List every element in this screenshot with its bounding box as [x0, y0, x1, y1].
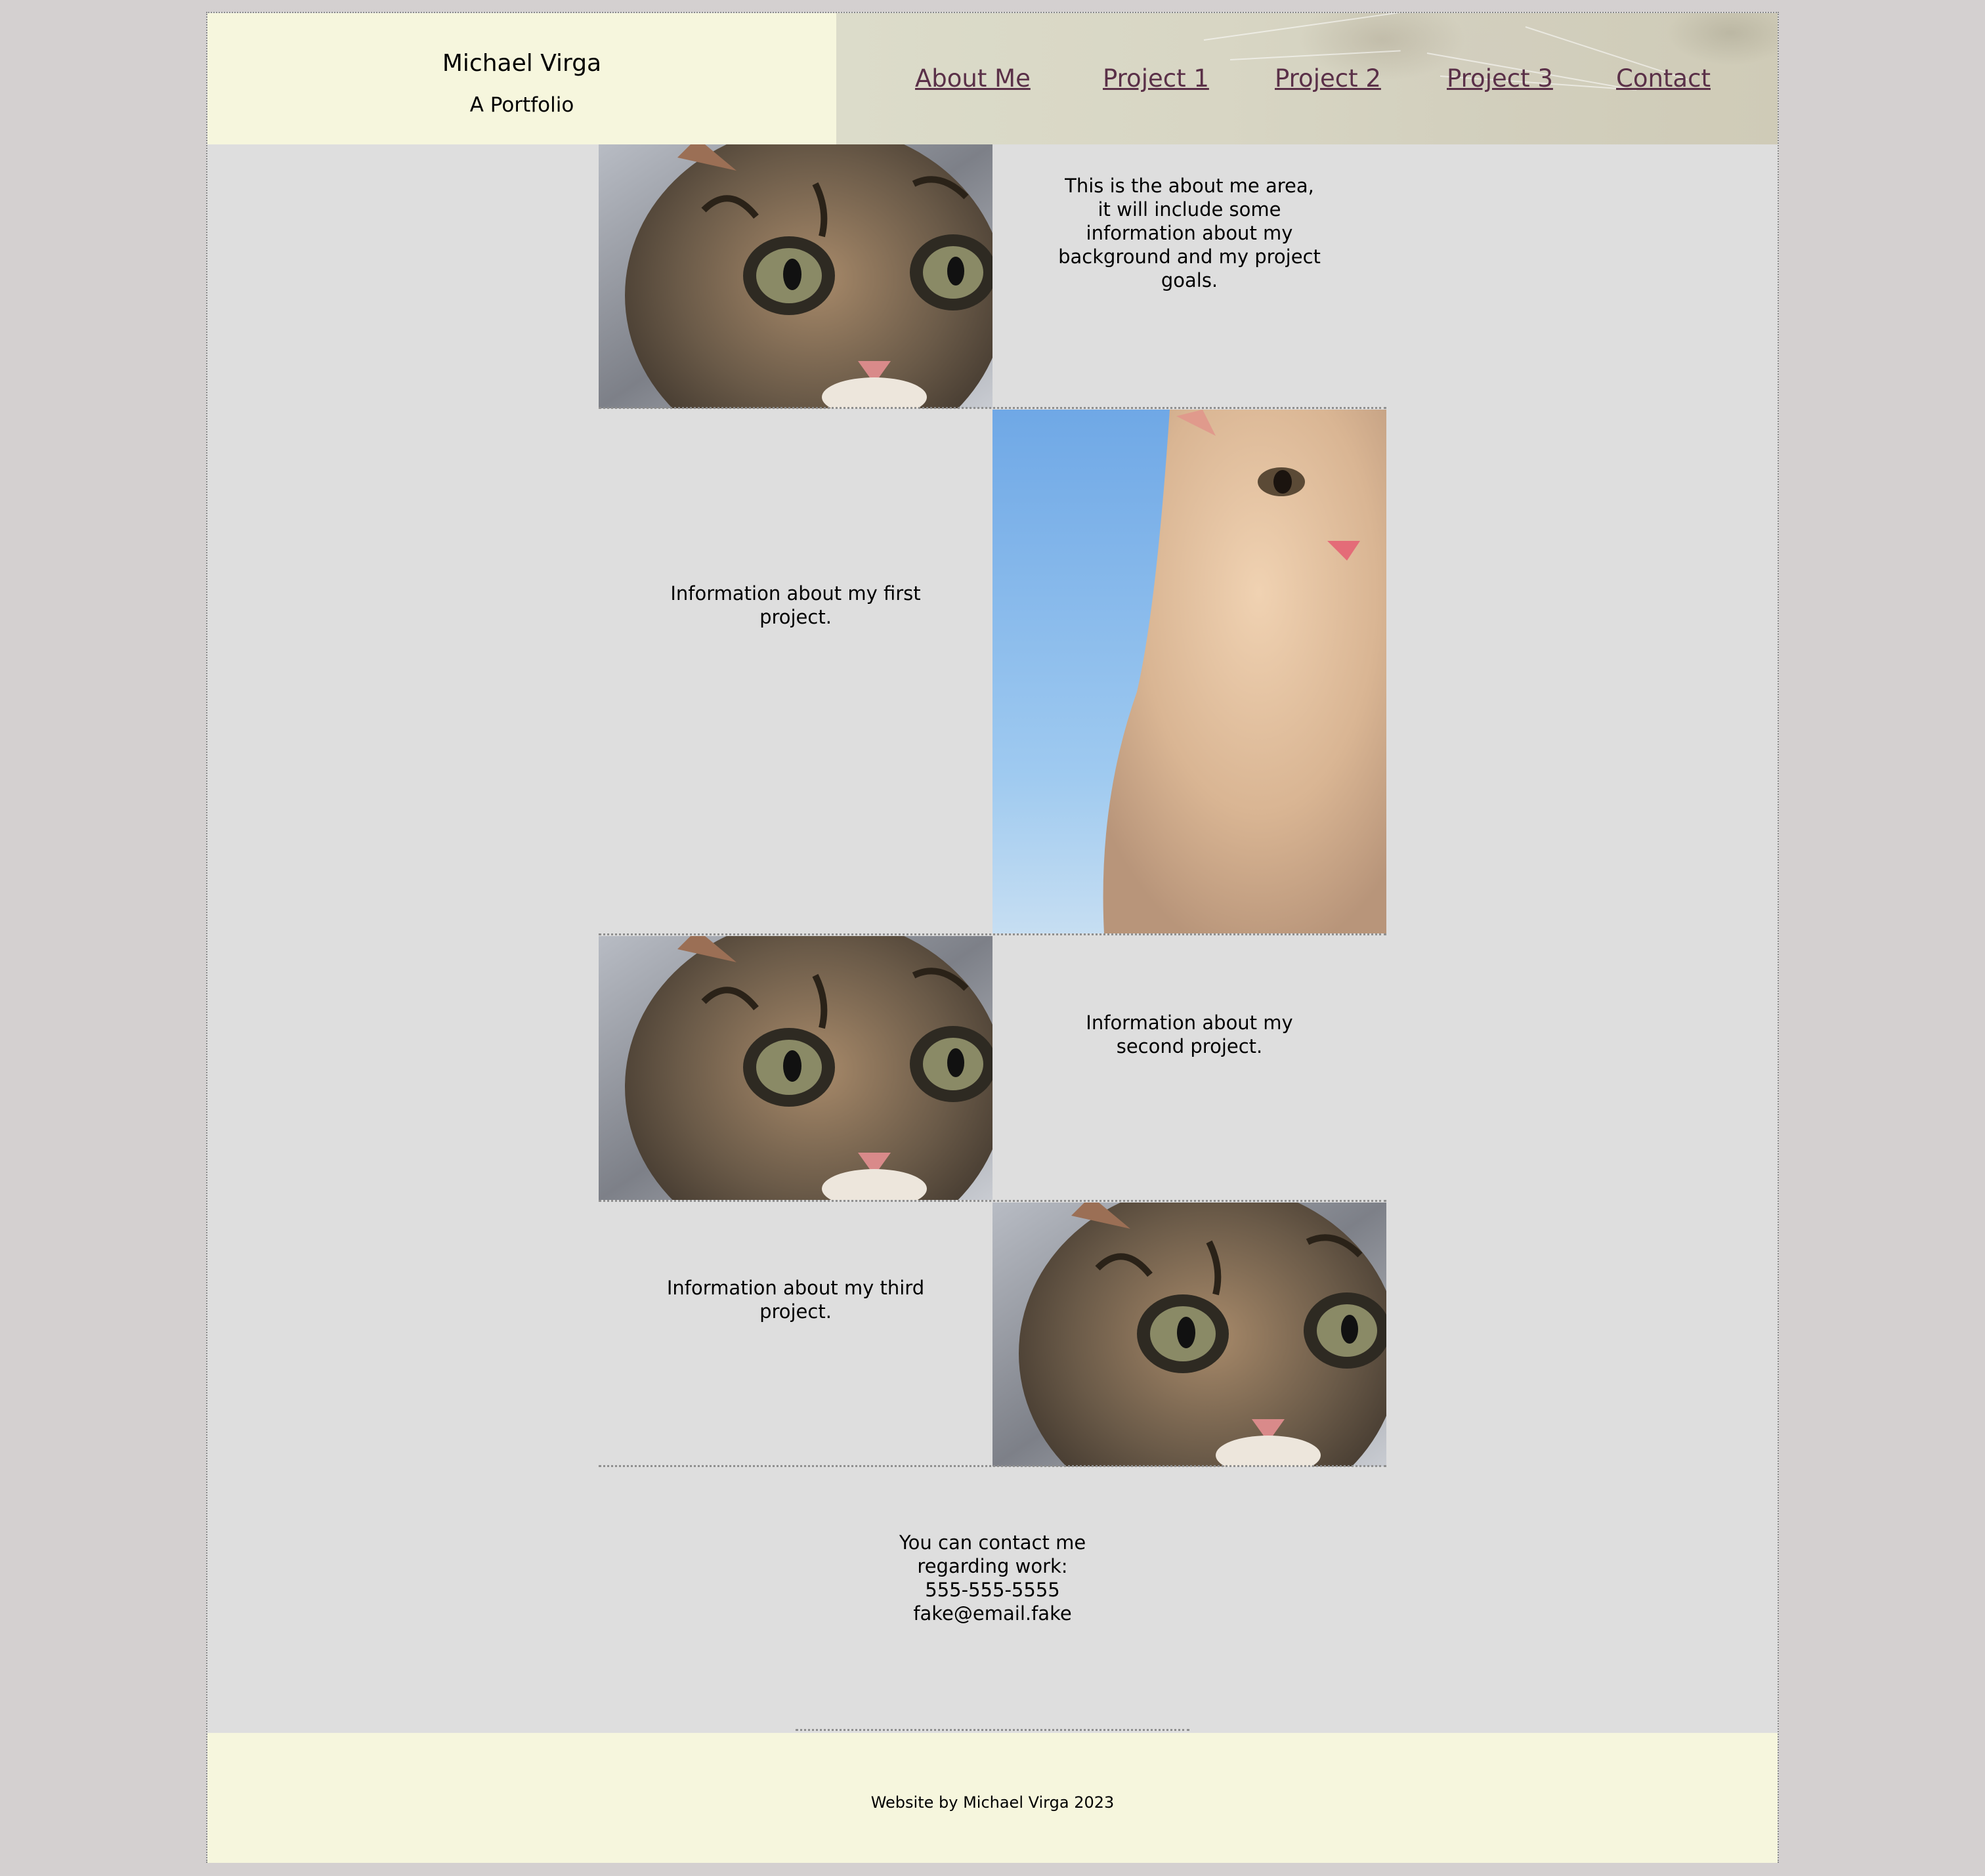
kitten-photo-project-3 — [992, 1203, 1386, 1466]
footer-credit: Website by Michael Virga 2023 — [870, 1793, 1115, 1812]
contact-phone: 555-555-5555 — [925, 1579, 1060, 1601]
nav-link-contact[interactable]: Contact — [1616, 64, 1711, 93]
brand-block: Michael Virga A Portfolio — [207, 13, 836, 144]
nav-bar: About Me Project 1 Project 2 Project 3 C… — [836, 13, 1778, 144]
section-divider — [599, 933, 1386, 935]
about-me-text: This is the about me area, it will inclu… — [1058, 175, 1321, 291]
nav-link-about-me[interactable]: About Me — [915, 64, 1031, 93]
section-divider — [796, 1729, 1189, 1731]
contact-intro: You can contact me regarding work: — [899, 1531, 1086, 1577]
kitten-photo-project-2 — [599, 936, 992, 1200]
site-header: Michael Virga A Portfolio About Me Proje… — [207, 13, 1778, 144]
contact-section: You can contact me regarding work: 555-5… — [207, 1531, 1778, 1625]
kitten-photo-about — [599, 144, 992, 408]
nav-link-project-1[interactable]: Project 1 — [1103, 64, 1209, 93]
contact-email: fake@email.fake — [913, 1602, 1072, 1625]
kitten-photo-project-1 — [992, 410, 1386, 933]
site-tagline: A Portfolio — [469, 93, 574, 117]
section-divider — [599, 1465, 1386, 1467]
project-2-text: Information about my second project. — [1086, 1012, 1293, 1057]
site-name: Michael Virga — [442, 50, 602, 77]
nav-link-project-3[interactable]: Project 3 — [1447, 64, 1553, 93]
nav-link-project-2[interactable]: Project 2 — [1275, 64, 1381, 93]
project-1-text: Information about my first project. — [670, 582, 921, 628]
page-container: Michael Virga A Portfolio About Me Proje… — [206, 12, 1779, 1863]
section-divider — [599, 407, 1386, 409]
site-footer: Website by Michael Virga 2023 — [207, 1733, 1778, 1863]
project-3-text: Information about my third project. — [666, 1277, 925, 1323]
